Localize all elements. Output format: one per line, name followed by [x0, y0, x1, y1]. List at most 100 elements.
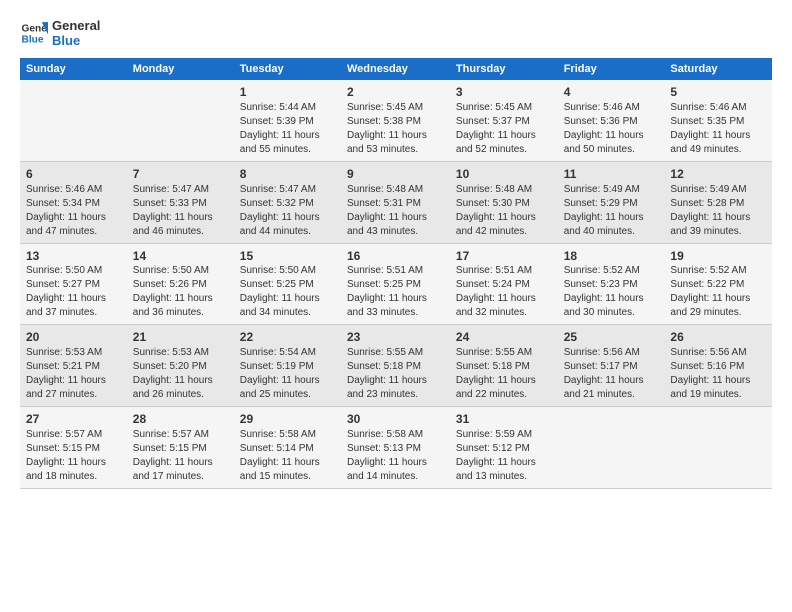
day-info: Sunrise: 5:59 AM Sunset: 5:12 PM Dayligh…: [456, 428, 552, 484]
day-number: 9: [347, 166, 444, 183]
calendar-cell: 2Sunrise: 5:45 AM Sunset: 5:38 PM Daylig…: [341, 80, 450, 161]
day-info: Sunrise: 5:51 AM Sunset: 5:24 PM Dayligh…: [456, 264, 552, 320]
day-number: 18: [564, 248, 659, 265]
day-info: Sunrise: 5:58 AM Sunset: 5:13 PM Dayligh…: [347, 428, 444, 484]
day-info: Sunrise: 5:48 AM Sunset: 5:31 PM Dayligh…: [347, 183, 444, 239]
day-number: 13: [26, 248, 121, 265]
day-number: 30: [347, 411, 444, 428]
day-info: Sunrise: 5:49 AM Sunset: 5:29 PM Dayligh…: [564, 183, 659, 239]
day-number: 20: [26, 329, 121, 346]
calendar-cell: 9Sunrise: 5:48 AM Sunset: 5:31 PM Daylig…: [341, 161, 450, 243]
week-row-0: 1Sunrise: 5:44 AM Sunset: 5:39 PM Daylig…: [20, 80, 772, 161]
day-number: 21: [133, 329, 228, 346]
day-number: 24: [456, 329, 552, 346]
day-info: Sunrise: 5:48 AM Sunset: 5:30 PM Dayligh…: [456, 183, 552, 239]
day-number: 7: [133, 166, 228, 183]
calendar-cell: 15Sunrise: 5:50 AM Sunset: 5:25 PM Dayli…: [234, 243, 341, 325]
svg-text:Blue: Blue: [22, 34, 44, 45]
day-info: Sunrise: 5:52 AM Sunset: 5:23 PM Dayligh…: [564, 264, 659, 320]
day-info: Sunrise: 5:50 AM Sunset: 5:25 PM Dayligh…: [240, 264, 335, 320]
day-number: 1: [240, 84, 335, 101]
day-number: 6: [26, 166, 121, 183]
calendar-cell: [20, 80, 127, 161]
day-number: 28: [133, 411, 228, 428]
weekday-header-monday: Monday: [127, 58, 234, 80]
calendar-cell: 25Sunrise: 5:56 AM Sunset: 5:17 PM Dayli…: [558, 325, 665, 407]
calendar-cell: 4Sunrise: 5:46 AM Sunset: 5:36 PM Daylig…: [558, 80, 665, 161]
weekday-header-wednesday: Wednesday: [341, 58, 450, 80]
day-number: 16: [347, 248, 444, 265]
day-number: 11: [564, 166, 659, 183]
day-info: Sunrise: 5:50 AM Sunset: 5:26 PM Dayligh…: [133, 264, 228, 320]
day-info: Sunrise: 5:53 AM Sunset: 5:20 PM Dayligh…: [133, 346, 228, 402]
calendar-cell: [558, 407, 665, 489]
day-number: 2: [347, 84, 444, 101]
day-info: Sunrise: 5:46 AM Sunset: 5:34 PM Dayligh…: [26, 183, 121, 239]
calendar-cell: 11Sunrise: 5:49 AM Sunset: 5:29 PM Dayli…: [558, 161, 665, 243]
logo-line1: General: [52, 18, 100, 33]
day-info: Sunrise: 5:56 AM Sunset: 5:16 PM Dayligh…: [670, 346, 766, 402]
week-row-4: 27 Sunrise: 5:57 AM Sunset: 5:15 PM Dayli…: [20, 407, 772, 489]
calendar-cell: 29Sunrise: 5:58 AM Sunset: 5:14 PM Dayli…: [234, 407, 341, 489]
weekday-header-tuesday: Tuesday: [234, 58, 341, 80]
logo-icon: General Blue: [20, 19, 48, 47]
day-number: 17: [456, 248, 552, 265]
day-info: Sunrise: 5:55 AM Sunset: 5:18 PM Dayligh…: [456, 346, 552, 402]
day-info: Sunrise: 5:58 AM Sunset: 5:14 PM Dayligh…: [240, 428, 335, 484]
calendar-cell: 16Sunrise: 5:51 AM Sunset: 5:25 PM Dayli…: [341, 243, 450, 325]
day-info: Sunrise: 5:57 AM Sunset: 5:15 PM Dayligh…: [133, 428, 228, 484]
day-info: Sunrise: 5:46 AM Sunset: 5:35 PM Dayligh…: [670, 101, 766, 157]
calendar-cell: 5Sunrise: 5:46 AM Sunset: 5:35 PM Daylig…: [664, 80, 772, 161]
weekday-header-sunday: Sunday: [20, 58, 127, 80]
day-number: 15: [240, 248, 335, 265]
calendar-cell: 14Sunrise: 5:50 AM Sunset: 5:26 PM Dayli…: [127, 243, 234, 325]
weekday-header-friday: Friday: [558, 58, 665, 80]
day-info: Sunrise: 5:47 AM Sunset: 5:32 PM Dayligh…: [240, 183, 335, 239]
calendar-table: SundayMondayTuesdayWednesdayThursdayFrid…: [20, 58, 772, 489]
calendar-cell: 10Sunrise: 5:48 AM Sunset: 5:30 PM Dayli…: [450, 161, 558, 243]
day-number: 27: [26, 411, 121, 428]
calendar-cell: 30Sunrise: 5:58 AM Sunset: 5:13 PM Dayli…: [341, 407, 450, 489]
calendar-cell: 28Sunrise: 5:57 AM Sunset: 5:15 PM Dayli…: [127, 407, 234, 489]
day-number: 10: [456, 166, 552, 183]
weekday-header-row: SundayMondayTuesdayWednesdayThursdayFrid…: [20, 58, 772, 80]
day-number: 14: [133, 248, 228, 265]
calendar-cell: [127, 80, 234, 161]
calendar-cell: 24Sunrise: 5:55 AM Sunset: 5:18 PM Dayli…: [450, 325, 558, 407]
day-number: 4: [564, 84, 659, 101]
calendar-cell: 1Sunrise: 5:44 AM Sunset: 5:39 PM Daylig…: [234, 80, 341, 161]
calendar-cell: 17Sunrise: 5:51 AM Sunset: 5:24 PM Dayli…: [450, 243, 558, 325]
calendar-cell: 18Sunrise: 5:52 AM Sunset: 5:23 PM Dayli…: [558, 243, 665, 325]
day-number: 22: [240, 329, 335, 346]
calendar-cell: 6Sunrise: 5:46 AM Sunset: 5:34 PM Daylig…: [20, 161, 127, 243]
calendar-cell: 3Sunrise: 5:45 AM Sunset: 5:37 PM Daylig…: [450, 80, 558, 161]
calendar-cell: 19Sunrise: 5:52 AM Sunset: 5:22 PM Dayli…: [664, 243, 772, 325]
day-info: Sunrise: 5:45 AM Sunset: 5:38 PM Dayligh…: [347, 101, 444, 157]
day-info: Sunrise: 5:51 AM Sunset: 5:25 PM Dayligh…: [347, 264, 444, 320]
day-number: 3: [456, 84, 552, 101]
day-info: Sunrise: 5:52 AM Sunset: 5:22 PM Dayligh…: [670, 264, 766, 320]
calendar-cell: 8Sunrise: 5:47 AM Sunset: 5:32 PM Daylig…: [234, 161, 341, 243]
day-number: 26: [670, 329, 766, 346]
week-row-3: 20Sunrise: 5:53 AM Sunset: 5:21 PM Dayli…: [20, 325, 772, 407]
day-info: Sunrise: 5:46 AM Sunset: 5:36 PM Dayligh…: [564, 101, 659, 157]
day-number: 12: [670, 166, 766, 183]
day-info: Sunrise: 5:50 AM Sunset: 5:27 PM Dayligh…: [26, 264, 121, 320]
calendar-cell: 23Sunrise: 5:55 AM Sunset: 5:18 PM Dayli…: [341, 325, 450, 407]
calendar-cell: 20Sunrise: 5:53 AM Sunset: 5:21 PM Dayli…: [20, 325, 127, 407]
day-info: Sunrise: 5:44 AM Sunset: 5:39 PM Dayligh…: [240, 101, 335, 157]
week-row-2: 13Sunrise: 5:50 AM Sunset: 5:27 PM Dayli…: [20, 243, 772, 325]
day-number: 5: [670, 84, 766, 101]
day-number: 29: [240, 411, 335, 428]
calendar-cell: 31Sunrise: 5:59 AM Sunset: 5:12 PM Dayli…: [450, 407, 558, 489]
logo: General Blue General Blue: [20, 18, 100, 48]
calendar-cell: 21Sunrise: 5:53 AM Sunset: 5:20 PM Dayli…: [127, 325, 234, 407]
day-info: Sunrise: 5:45 AM Sunset: 5:37 PM Dayligh…: [456, 101, 552, 157]
calendar-cell: 7Sunrise: 5:47 AM Sunset: 5:33 PM Daylig…: [127, 161, 234, 243]
weekday-header-saturday: Saturday: [664, 58, 772, 80]
calendar-cell: 26Sunrise: 5:56 AM Sunset: 5:16 PM Dayli…: [664, 325, 772, 407]
day-number: 25: [564, 329, 659, 346]
day-number: 31: [456, 411, 552, 428]
day-info: Sunrise: 5:47 AM Sunset: 5:33 PM Dayligh…: [133, 183, 228, 239]
day-info: Sunrise: 5:53 AM Sunset: 5:21 PM Dayligh…: [26, 346, 121, 402]
